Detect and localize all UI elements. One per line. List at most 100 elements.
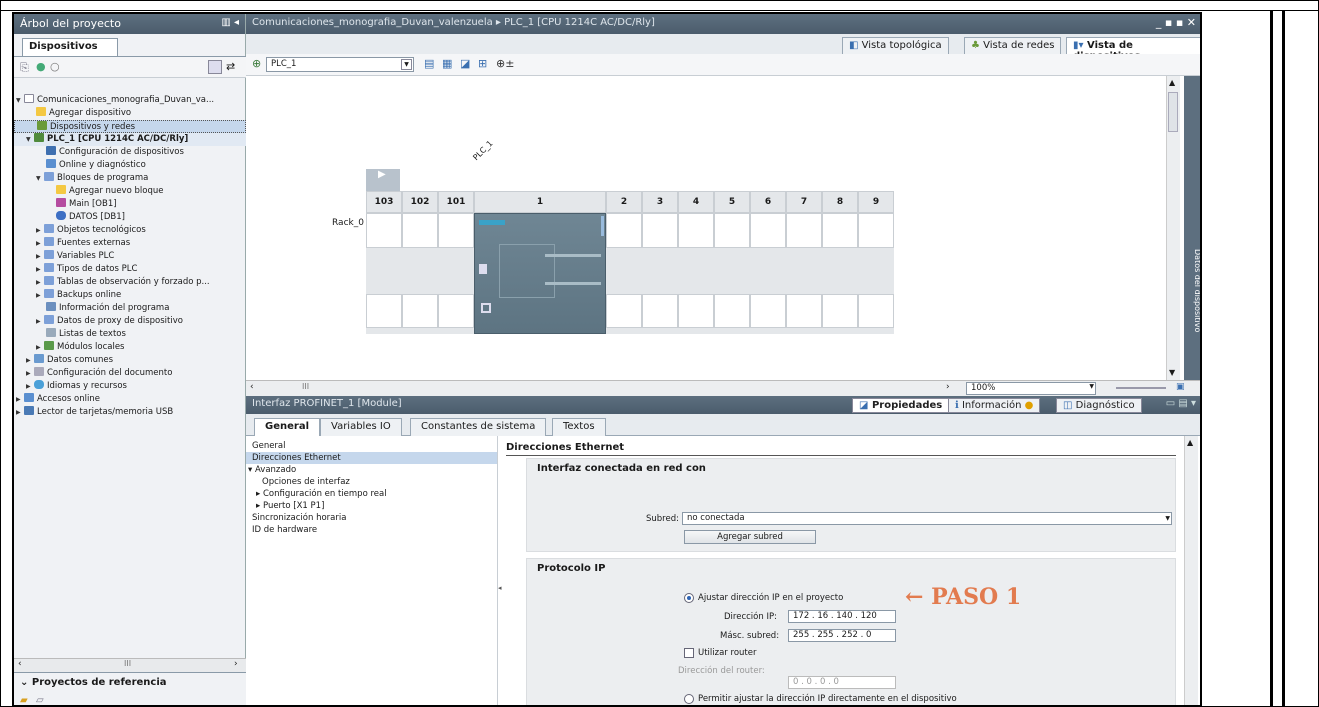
tree-item-text-lists[interactable]: Listas de textos <box>14 328 246 341</box>
grid-icon[interactable]: ⊞ <box>478 57 487 70</box>
nav-time-sync[interactable]: Sincronización horaria <box>246 512 497 524</box>
panel-controls[interactable]: ▭ ▤ ▾ <box>1166 398 1196 409</box>
tree-item-languages[interactable]: ▶ Idiomas y recursos <box>14 380 246 393</box>
tree-item-doc-settings[interactable]: ▶ Configuración del documento <box>14 367 246 380</box>
rack-slot[interactable] <box>606 213 642 248</box>
tree-item-watch-tables[interactable]: ▶ Tablas de observación y forzado p... <box>14 276 246 289</box>
tree-item-common-data[interactable]: ▶ Datos comunes <box>14 354 246 367</box>
device-data-side-tab[interactable]: Datos del dispositivo <box>1184 76 1200 396</box>
tab-properties[interactable]: ◪ Propiedades <box>852 398 950 413</box>
tree-item-project[interactable]: ▼ Comunicaciones_monografia_Duvan_va... <box>14 94 246 107</box>
rack-slot[interactable] <box>366 294 402 328</box>
nav-interface-options[interactable]: Opciones de interfaz <box>246 476 497 488</box>
reference-projects-header[interactable]: ⌄ Proyectos de referencia <box>14 673 246 692</box>
tree-item-local-modules[interactable]: ▶ Módulos locales <box>14 341 246 354</box>
tree-item-backups[interactable]: ▶ Backups online <box>14 289 246 302</box>
label-icon[interactable]: ▦ <box>442 57 452 70</box>
nav-port[interactable]: ▸ Puerto [X1 P1] <box>246 500 497 512</box>
rack-slot[interactable] <box>858 294 894 328</box>
tab-topology-view[interactable]: ◧ Vista topológica <box>842 37 949 54</box>
tab-general[interactable]: General <box>254 418 320 436</box>
tab-information[interactable]: ℹ Información ● <box>948 398 1041 413</box>
tree-item-online-diag[interactable]: Online y diagnóstico <box>14 159 246 172</box>
router-address-field[interactable]: 0 . 0 . 0 . 0 <box>788 676 896 689</box>
tree-item-online-access[interactable]: ▶ Accesos online <box>14 393 246 406</box>
rack-slot[interactable] <box>678 213 714 248</box>
cpu-module[interactable] <box>474 213 606 334</box>
tree-item-add-block[interactable]: Agregar nuevo bloque <box>14 185 246 198</box>
tree-item-plc-tags[interactable]: ▶ Variables PLC <box>14 250 246 263</box>
device-canvas[interactable]: PLC_1 ▶ 103 102 101 1 2 3 4 5 6 7 8 9 Ra… <box>246 76 1166 380</box>
table-icon[interactable]: ▤ <box>424 57 434 70</box>
tab-device-view[interactable]: ▮▾ Vista de dispositivos <box>1066 37 1200 62</box>
tree-item-proxy-data[interactable]: ▶ Datos de proxy de dispositivo <box>14 315 246 328</box>
use-router-checkbox[interactable] <box>684 648 694 658</box>
scroll-right-icon[interactable]: › <box>234 659 238 669</box>
scroll-down-icon[interactable]: ▼ <box>1169 368 1175 377</box>
scroll-right-icon[interactable]: › <box>946 382 950 392</box>
offline-icon[interactable]: ○ <box>50 60 60 73</box>
nav-advanced[interactable]: ▾ Avanzado <box>246 464 497 476</box>
rack-slot[interactable] <box>678 294 714 328</box>
rack-slot[interactable] <box>402 213 438 248</box>
rack-slot[interactable] <box>642 294 678 328</box>
new-icon[interactable]: ⎘ <box>20 61 29 75</box>
scroll-up-icon[interactable]: ▲ <box>1169 78 1175 87</box>
rack-slot[interactable] <box>858 213 894 248</box>
nav-realtime-config[interactable]: ▸ Configuración en tiempo real <box>246 488 497 500</box>
rack-slot[interactable] <box>750 294 786 328</box>
tree-horizontal-scrollbar[interactable]: ‹ III › <box>14 658 246 672</box>
scroll-thumb[interactable]: III <box>124 659 131 668</box>
window-controls[interactable]: _ ▪ ▪ ✕ <box>1156 16 1196 29</box>
nav-ethernet-addresses[interactable]: Direcciones Ethernet <box>246 452 497 464</box>
scroll-left-icon[interactable]: ‹ <box>250 382 254 392</box>
tree-item-external-sources[interactable]: ▶ Fuentes externas <box>14 237 246 250</box>
radio-ip-on-device[interactable] <box>684 694 694 704</box>
rack-slot[interactable] <box>366 213 402 248</box>
tree-item-main-ob1[interactable]: Main [OB1] <box>14 198 246 211</box>
rack-slot[interactable] <box>750 213 786 248</box>
ethernet-port-icon[interactable] <box>481 303 491 313</box>
rack-slot[interactable] <box>642 213 678 248</box>
rack-slot[interactable] <box>714 213 750 248</box>
ip-address-field[interactable]: 172 . 16 . 140 . 120 <box>788 610 896 623</box>
scroll-thumb[interactable]: III <box>302 382 309 391</box>
tree-item-plc-datatypes[interactable]: ▶ Tipos de datos PLC <box>14 263 246 276</box>
zoom-icon[interactable]: ⊕± <box>496 57 514 70</box>
close-project-icon[interactable]: ▱ <box>36 695 44 705</box>
overview-icon[interactable]: ▣ <box>1176 382 1185 392</box>
splitter-handle[interactable]: ◂ <box>498 584 502 592</box>
show-module-icon[interactable]: ◪ <box>460 57 470 70</box>
zoom-slider[interactable] <box>1116 387 1166 389</box>
scroll-thumb[interactable] <box>1168 92 1178 132</box>
tab-dispositivos[interactable]: Dispositivos <box>22 38 118 56</box>
scroll-up-icon[interactable]: ▲ <box>1187 438 1193 447</box>
tab-diagnostics[interactable]: ◫ Diagnóstico <box>1056 398 1142 413</box>
subnet-select[interactable]: no conectada ▼ <box>682 512 1172 525</box>
tab-io-variables[interactable]: Variables IO <box>320 418 402 436</box>
tree-item-devices-networks[interactable]: Dispositivos y redes <box>14 120 246 133</box>
collapse-panel-icon[interactable]: ▥ ◂ <box>221 17 239 28</box>
tree-item-card-reader[interactable]: ▶ Lector de tarjetas/memoria USB <box>14 406 246 419</box>
tree-item-device-config[interactable]: Configuración de dispositivos <box>14 146 246 159</box>
tree-item-program-blocks[interactable]: ▼ Bloques de programa <box>14 172 246 185</box>
nav-hardware-id[interactable]: ID de hardware <box>246 524 497 536</box>
rack-slot[interactable] <box>438 294 474 328</box>
list-view-icon[interactable] <box>208 60 222 74</box>
tree-item-add-device[interactable]: Agregar dispositivo <box>14 107 246 120</box>
scroll-left-icon[interactable]: ‹ <box>18 659 22 669</box>
rack-slot[interactable] <box>714 294 750 328</box>
chevron-down-icon[interactable]: ▼ <box>401 59 412 70</box>
rack-slot[interactable] <box>606 294 642 328</box>
tab-texts[interactable]: Textos <box>552 418 606 436</box>
open-project-icon[interactable]: ▰ <box>20 695 28 705</box>
canvas-vertical-scrollbar[interactable]: ▲ ▼ <box>1166 76 1180 380</box>
properties-scrollbar[interactable]: ▲ <box>1184 436 1198 705</box>
tree-item-program-info[interactable]: Información del programa <box>14 302 246 315</box>
tree-item-plc[interactable]: ▼ PLC_1 [CPU 1214C AC/DC/Rly] <box>14 133 246 146</box>
tree-item-datos-db1[interactable]: DATOS [DB1] <box>14 211 246 224</box>
rack-slot[interactable] <box>786 294 822 328</box>
tree-item-tech-objects[interactable]: ▶ Objetos tecnológicos <box>14 224 246 237</box>
add-device-icon[interactable]: ⊕ <box>252 57 261 70</box>
rack-slot[interactable] <box>822 213 858 248</box>
